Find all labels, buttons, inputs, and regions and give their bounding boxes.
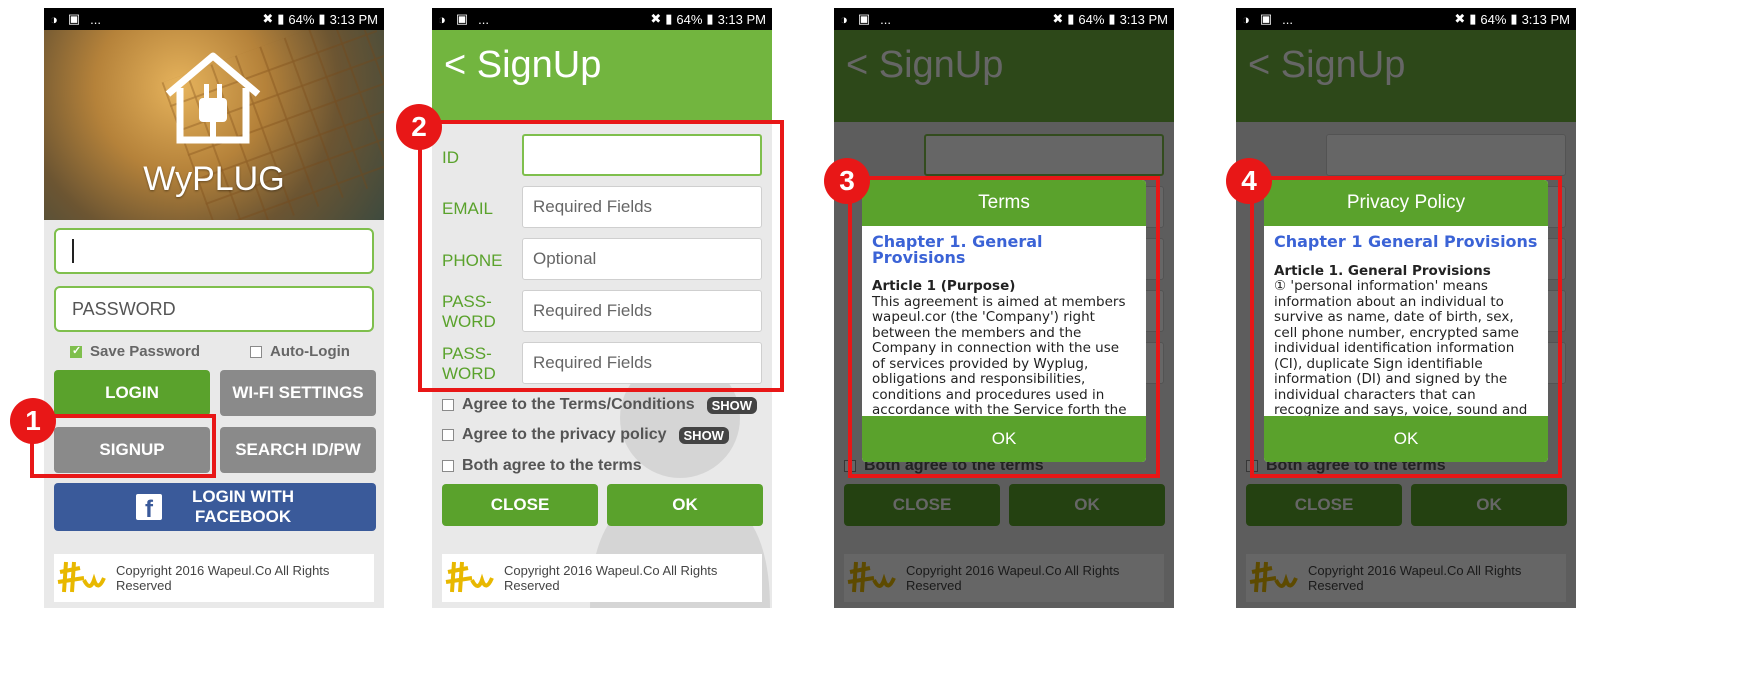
more-indicator: ...	[880, 11, 891, 27]
signal-icon: ▮	[1067, 11, 1075, 26]
more-indicator: ...	[1282, 11, 1293, 27]
mute-icon: ✖	[262, 11, 274, 26]
login-screen: ◑ ▣ ... ✖ ▮ 64% ▮ 3:13 PM WyPLUG PASSWOR…	[44, 8, 384, 608]
gallery-icon: ▣	[857, 11, 871, 26]
status-bar: ◑ ▣ ... ✖ ▮ 64% ▮ 3:13 PM	[1236, 8, 1576, 30]
battery-level: 64%	[1078, 11, 1105, 27]
status-bar: ◑ ▣ ... ✖ ▮ 64% ▮ 3:13 PM	[432, 8, 772, 30]
callout-box-signup-form	[418, 120, 784, 392]
wapeul-logo	[445, 561, 494, 593]
ok-button[interactable]: OK	[607, 484, 763, 526]
app-bar: < SignUp	[432, 30, 772, 122]
text-caret	[72, 239, 74, 263]
callout-badge-2: 2	[396, 104, 442, 150]
status-bar: ◑ ▣ ... ✖ ▮ 64% ▮ 3:13 PM	[834, 8, 1174, 30]
copyright-text: Copyright 2016 Wapeul.Co All Rights Rese…	[504, 563, 718, 593]
callout-box-terms	[848, 176, 1160, 478]
mute-icon: ✖	[1454, 11, 1466, 26]
agree-privacy-checkbox[interactable]: Agree to the privacy policy SHOW	[442, 426, 729, 444]
agree-both-label: Both agree to the terms	[462, 457, 642, 474]
password-input[interactable]: PASSWORD	[54, 286, 374, 332]
status-bar: ◑ ▣ ... ✖ ▮ 64% ▮ 3:13 PM	[44, 8, 384, 30]
show-terms-button[interactable]: SHOW	[706, 396, 758, 414]
login-button[interactable]: LOGIN	[54, 370, 210, 416]
brand-name: WyPLUG	[143, 160, 285, 198]
back-title-button[interactable]: < SignUp	[444, 44, 601, 87]
callout-badge-1: 1	[10, 398, 56, 444]
facebook-icon: f	[136, 494, 162, 522]
id-input[interactable]	[54, 228, 374, 274]
facebook-button-line1: LOGIN WITH	[192, 487, 294, 506]
callout-box-signup	[30, 414, 216, 478]
auto-login-checkbox[interactable]: Auto-Login	[250, 343, 350, 360]
show-privacy-button[interactable]: SHOW	[678, 426, 729, 444]
gallery-icon: ▣	[67, 11, 81, 26]
battery-icon: ▮	[1510, 11, 1518, 26]
checkbox-unchecked-icon	[442, 460, 454, 472]
battery-level: 64%	[676, 11, 703, 27]
signal-icon: ▮	[665, 11, 673, 26]
house-plug-icon	[165, 52, 261, 144]
copyright-text: Copyright 2016 Wapeul.Co All Rights Rese…	[116, 563, 330, 593]
clock: 3:13 PM	[329, 11, 378, 27]
battery-icon: ▮	[1108, 11, 1116, 26]
callout-badge-3: 3	[824, 158, 870, 204]
hero-banner: WyPLUG	[44, 30, 384, 220]
search-id-pw-button[interactable]: SEARCH ID/PW	[220, 427, 376, 473]
battery-icon: ▮	[318, 11, 326, 26]
save-password-checkbox[interactable]: Save Password	[70, 343, 200, 360]
checkbox-unchecked-icon	[442, 429, 454, 441]
footer: Copyright 2016 Wapeul.Co All Rights Rese…	[442, 554, 762, 602]
more-indicator: ...	[90, 11, 101, 27]
gallery-icon: ▣	[1259, 11, 1273, 26]
checkbox-unchecked-icon	[250, 345, 262, 358]
password-placeholder: PASSWORD	[72, 298, 176, 319]
gallery-icon: ▣	[455, 11, 469, 26]
agree-privacy-label: Agree to the privacy policy	[462, 426, 667, 443]
clock: 3:13 PM	[1521, 11, 1570, 27]
checkbox-checked-icon	[70, 344, 82, 358]
save-password-label: Save Password	[90, 343, 201, 360]
close-button[interactable]: CLOSE	[442, 484, 598, 526]
agree-terms-checkbox[interactable]: Agree to the Terms/Conditions SHOW	[442, 396, 758, 414]
signal-icon: ▮	[1469, 11, 1477, 26]
app-notification-icon: ◑	[840, 11, 848, 27]
facebook-login-button[interactable]: f LOGIN WITH FACEBOOK	[54, 483, 376, 531]
wapeul-logo	[57, 561, 106, 593]
wifi-settings-button[interactable]: WI-FI SETTINGS	[220, 370, 376, 416]
battery-level: 64%	[1480, 11, 1507, 27]
more-indicator: ...	[478, 11, 489, 27]
mute-icon: ✖	[650, 11, 662, 26]
battery-level: 64%	[288, 11, 315, 27]
facebook-button-line2: FACEBOOK	[194, 507, 292, 526]
callout-box-privacy	[1250, 176, 1562, 478]
clock: 3:13 PM	[1119, 11, 1168, 27]
agree-both-checkbox[interactable]: Both agree to the terms	[442, 457, 642, 475]
checkbox-unchecked-icon	[442, 399, 454, 411]
footer: Copyright 2016 Wapeul.Co All Rights Rese…	[54, 554, 374, 602]
agree-terms-label: Agree to the Terms/Conditions	[462, 396, 695, 413]
app-notification-icon: ◑	[1242, 11, 1250, 27]
app-notification-icon: ◑	[438, 11, 446, 27]
app-notification-icon: ◑	[50, 11, 58, 27]
battery-icon: ▮	[706, 11, 714, 26]
callout-badge-4: 4	[1226, 158, 1272, 204]
mute-icon: ✖	[1052, 11, 1064, 26]
auto-login-label: Auto-Login	[270, 343, 350, 360]
clock: 3:13 PM	[717, 11, 766, 27]
signal-icon: ▮	[277, 11, 285, 26]
